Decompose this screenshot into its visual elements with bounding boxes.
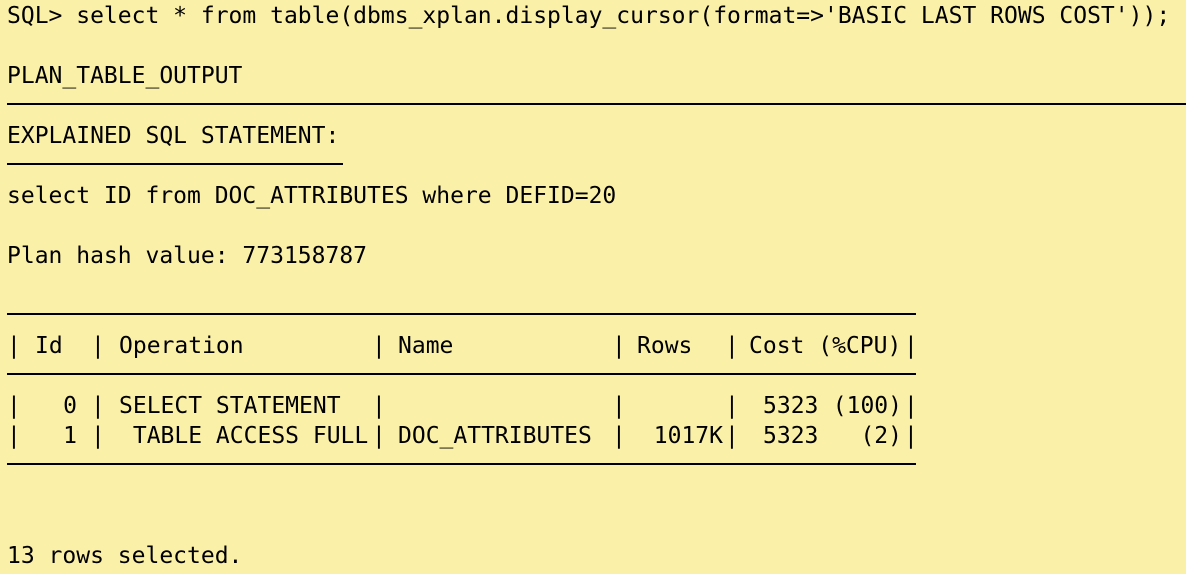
row-operation: TABLE ACCESS FULL [119,423,369,449]
output-column-header: PLAN_TABLE_OUTPUT [7,63,243,89]
column-separator: | [7,423,21,449]
column-separator: | [91,333,105,359]
column-separator: | [372,423,386,449]
column-separator: | [725,393,739,419]
plan-hash-value: Plan hash value: 773158787 [7,243,368,269]
column-separator: | [725,333,739,359]
plan-table-header-rule [7,373,916,375]
column-separator: | [7,333,21,359]
rows-selected-footer: 13 rows selected. [7,543,243,569]
column-header-rows: Rows [637,333,693,359]
plan-table-row: | 1 | TABLE ACCESS FULL | DOC_ATTRIBUTES… [0,421,1186,451]
plan-table-header-row: | Id | Operation | Name | Rows | Cost (%… [0,331,1186,361]
column-separator: | [372,333,386,359]
column-separator: | [7,393,21,419]
plan-table-top-rule [7,313,916,315]
row-id: 0 [63,393,77,419]
section-title-rule [7,163,343,165]
plan-table-row: | 0 | SELECT STATEMENT | | | 5323 (100) … [0,391,1186,421]
column-separator: | [725,423,739,449]
column-separator: | [372,393,386,419]
row-name: DOC_ATTRIBUTES [398,423,592,449]
column-header-id: Id [35,333,63,359]
column-separator: | [904,393,918,419]
column-separator: | [612,333,626,359]
column-separator: | [904,333,918,359]
sql-statement-text: select ID from DOC_ATTRIBUTES where DEFI… [7,183,617,209]
output-header-rule [7,103,1186,105]
row-operation: SELECT STATEMENT [119,393,341,419]
column-header-name: Name [398,333,454,359]
plan-table-bottom-rule [7,463,916,465]
row-cpu-percent: (2) [860,423,902,449]
column-separator: | [612,423,626,449]
row-cpu-percent: (100) [832,393,902,419]
column-separator: | [91,393,105,419]
column-separator: | [904,423,918,449]
terminal-window: SQL> select * from table(dbms_xplan.disp… [0,0,1186,574]
row-cost: 5323 [763,423,819,449]
column-header-operation: Operation [119,333,244,359]
sql-command-line: SQL> select * from table(dbms_xplan.disp… [7,3,1171,29]
column-separator: | [91,423,105,449]
row-cost: 5323 [763,393,819,419]
row-id: 1 [63,423,77,449]
column-separator: | [612,393,626,419]
row-rows: 1017K [653,423,723,449]
column-header-cost-cpu: Cost (%CPU) [749,333,902,359]
section-title: EXPLAINED SQL STATEMENT: [7,123,340,149]
